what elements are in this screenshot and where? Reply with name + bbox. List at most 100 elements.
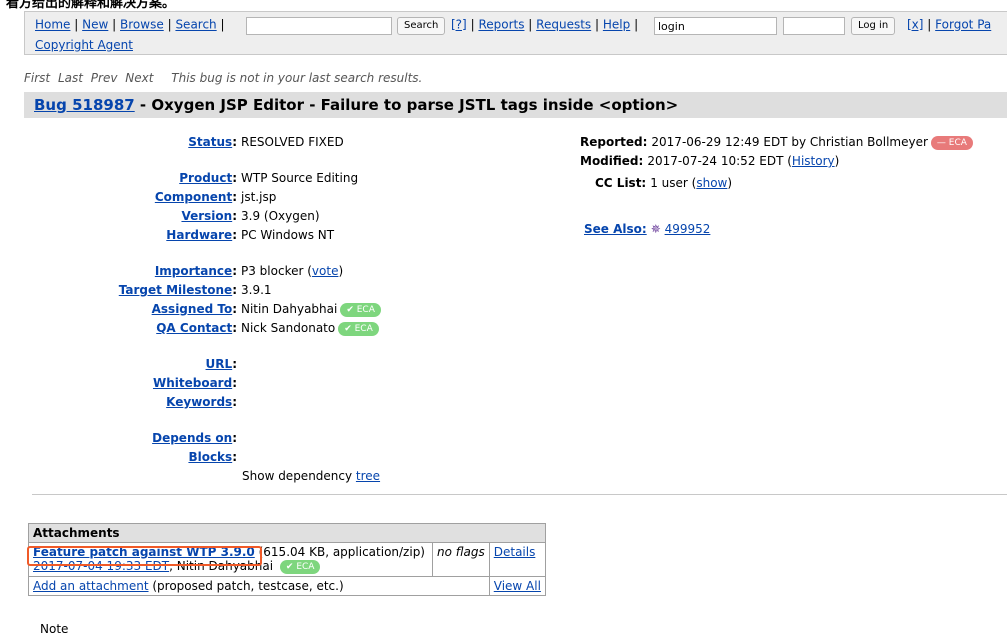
nav-search-link[interactable]: Search: [175, 18, 216, 32]
assigned-label[interactable]: Assigned To: [152, 302, 233, 316]
hardware-label[interactable]: Hardware: [166, 228, 232, 242]
eca-badge: ✔ ECA: [279, 559, 321, 574]
top-nav: Home | New | Browse | Search |: [35, 17, 225, 32]
url-label[interactable]: URL: [206, 357, 233, 371]
modified-label: Modified:: [580, 154, 644, 168]
separator: |: [528, 17, 533, 32]
see-also-link[interactable]: 499952: [665, 222, 711, 236]
forgot-password-link[interactable]: Forgot Pa: [935, 18, 991, 32]
importance-text: P3 blocker (: [241, 264, 312, 278]
hardware-value: PC Windows NT: [241, 228, 335, 242]
cc-end: ): [727, 176, 733, 190]
assigned-label-cell: Assigned To:: [151, 302, 237, 316]
attachments-header: Attachments: [28, 523, 546, 543]
qa-label-cell: QA Contact:: [156, 321, 237, 335]
eca-text: ECA: [948, 137, 967, 148]
bug-id-link[interactable]: Bug 518987: [34, 96, 135, 114]
nav-home-link[interactable]: Home: [35, 18, 70, 32]
depends-label[interactable]: Depends on: [152, 431, 232, 445]
status-value: RESOLVED FIXED: [241, 135, 344, 149]
nav-help-link[interactable]: Help: [603, 18, 630, 32]
nav-reports-link[interactable]: Reports: [478, 18, 524, 32]
product-label[interactable]: Product: [179, 171, 232, 185]
nav-browse-link[interactable]: Browse: [120, 18, 164, 32]
whiteboard-label[interactable]: Whiteboard: [153, 376, 232, 390]
product-row: Product: WTP Source Editing: [17, 171, 358, 185]
eca-text: ECA: [354, 323, 373, 334]
quicksearch-help-link[interactable]: [?]: [451, 18, 467, 32]
qa-row: QA Contact: Nick Sandonato ✔ ECA: [17, 321, 379, 336]
second-nav: Copyright Agent: [35, 38, 133, 52]
milestone-value: 3.9.1: [241, 283, 272, 297]
section-divider: [32, 494, 1007, 495]
bug-title-bar: Bug 518987 - Oxygen JSP Editor - Failure…: [24, 92, 1007, 118]
importance-row: Importance: P3 blocker (vote): [17, 264, 343, 278]
importance-label-cell: Importance:: [154, 264, 237, 278]
attachment-details-cell: Details: [488, 542, 546, 577]
vote-link[interactable]: vote: [312, 264, 339, 278]
component-label[interactable]: Component: [155, 190, 232, 204]
close-login-link[interactable]: [x]: [907, 18, 923, 32]
reported-text: 2017-06-29 12:49 EDT by Christian Bollme…: [651, 135, 928, 149]
top-nav-end: [x] | Forgot Pa: [907, 17, 991, 32]
dependency-tree-link[interactable]: tree: [356, 469, 380, 483]
attachment-details-link[interactable]: Details: [494, 545, 536, 559]
whiteboard-label-cell: Whiteboard:: [152, 376, 237, 390]
add-attachment-row: Add an attachment (proposed patch, testc…: [28, 575, 546, 596]
status-row: Status: RESOLVED FIXED: [17, 135, 344, 149]
separator: |: [595, 17, 600, 32]
product-label-cell: Product:: [179, 171, 237, 185]
hardware-row: Hardware: PC Windows NT: [17, 228, 334, 242]
version-row: Version: 3.9 (Oxygen): [17, 209, 320, 223]
search-results-nav: First Last Prev Next This bug is not in …: [24, 71, 426, 85]
status-label[interactable]: Status: [188, 135, 232, 149]
eca-badge-red: — ECA: [930, 135, 973, 150]
modified-value: 2017-07-24 10:52 EDT (History): [647, 154, 839, 168]
blocks-label[interactable]: Blocks: [188, 450, 232, 464]
assignee-name: Nitin Dahyabhai: [241, 302, 338, 316]
qa-label[interactable]: QA Contact: [156, 321, 232, 335]
assigned-value: Nitin Dahyabhai ✔ ECA: [241, 302, 381, 317]
separator: |: [927, 17, 932, 32]
password-input[interactable]: [783, 17, 845, 35]
eca-text: ECA: [296, 561, 315, 572]
keywords-label[interactable]: Keywords: [166, 395, 232, 409]
login-input[interactable]: [654, 17, 777, 35]
separator: |: [112, 17, 117, 32]
version-label[interactable]: Version: [181, 209, 232, 223]
view-all-cell: View All: [488, 575, 546, 596]
hardware-label-cell: Hardware:: [166, 228, 237, 242]
dependency-text: Show dependency: [242, 469, 356, 483]
add-attachment-link[interactable]: Add an attachment: [33, 579, 149, 593]
nav-requests-link[interactable]: Requests: [536, 18, 591, 32]
reported-value: 2017-06-29 12:49 EDT by Christian Bollme…: [651, 135, 973, 150]
cc-value: 1 user (show): [650, 176, 732, 190]
dependency-tree-row: Show dependency tree: [242, 469, 380, 483]
see-also-label[interactable]: See Also:: [584, 222, 647, 236]
cc-label: CC List:: [595, 176, 647, 190]
milestone-label[interactable]: Target Milestone: [119, 283, 232, 297]
url-label-cell: URL:: [205, 357, 237, 371]
quick-search-input[interactable]: [246, 17, 392, 35]
version-label-cell: Version:: [181, 209, 237, 223]
bug-summary: - Oxygen JSP Editor - Failure to parse J…: [134, 96, 679, 114]
attachment-meta: (615.04 KB, application/zip): [258, 545, 425, 559]
separator: |: [220, 17, 225, 32]
copyright-agent-link[interactable]: Copyright Agent: [35, 38, 133, 52]
cc-show-link[interactable]: show: [696, 176, 727, 190]
view-all-link[interactable]: View All: [494, 579, 541, 593]
top-nav-right: [?] | Reports | Requests | Help |: [451, 17, 638, 32]
login-button[interactable]: Log in: [851, 17, 896, 35]
importance-end: ): [338, 264, 344, 278]
nav-first: First: [24, 71, 51, 85]
eca-text: ECA: [356, 304, 375, 315]
history-link[interactable]: History: [792, 154, 835, 168]
milestone-label-cell: Target Milestone:: [118, 283, 237, 297]
importance-label[interactable]: Importance: [155, 264, 232, 278]
separator: |: [634, 17, 639, 32]
nav-new-link[interactable]: New: [82, 18, 108, 32]
version-value: 3.9 (Oxygen): [241, 209, 320, 223]
component-value: jst.jsp: [241, 190, 277, 204]
search-button[interactable]: Search: [397, 17, 446, 35]
separator: |: [470, 17, 475, 32]
